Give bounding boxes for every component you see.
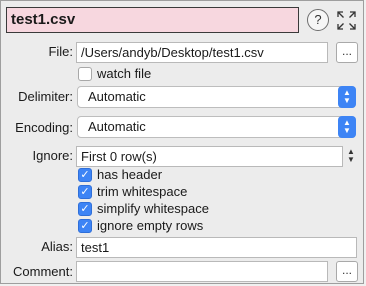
ignore-rows-field[interactable]: First 0 row(s)	[76, 146, 343, 167]
alias-label: Alias:	[41, 239, 73, 254]
encoding-chevron-icon: ▲ ▼	[338, 116, 356, 138]
help-button[interactable]: ?	[307, 9, 329, 31]
delimiter-chevron-icon: ▲ ▼	[338, 86, 356, 108]
trim-whitespace-label: trim whitespace	[97, 184, 188, 199]
encoding-select[interactable]: Automatic ▲ ▼	[77, 116, 356, 138]
ignore-empty-rows-label: ignore empty rows	[97, 218, 204, 233]
encoding-value: Automatic	[88, 119, 146, 134]
comment-label: Comment:	[13, 264, 73, 279]
delimiter-select[interactable]: Automatic ▲ ▼	[77, 86, 356, 108]
ignore-label: Ignore:	[32, 148, 73, 163]
comment-browse-button[interactable]: ...	[336, 261, 358, 282]
file-label: File:	[48, 44, 73, 59]
watch-file-label: watch file	[97, 66, 152, 81]
file-path-field[interactable]: /Users/andyb/Desktop/test1.csv	[76, 42, 328, 63]
input-node-panel: test1.csv ? File: /Users/andyb/Desktop/t…	[0, 0, 364, 284]
simplify-whitespace-checkbox[interactable]: ✓	[78, 202, 92, 216]
delimiter-label: Delimiter:	[18, 89, 73, 104]
ignore-empty-rows-checkbox[interactable]: ✓	[78, 219, 92, 233]
comment-field[interactable]	[76, 261, 328, 282]
has-header-checkbox[interactable]: ✓	[78, 168, 92, 182]
has-header-label: has header	[97, 167, 163, 182]
watch-file-checkbox[interactable]	[78, 67, 92, 81]
ignore-rows-stepper[interactable]: ▲ ▼	[345, 146, 357, 167]
file-browse-button[interactable]: ...	[336, 42, 358, 63]
expand-icon[interactable]	[336, 10, 357, 31]
node-title-field[interactable]: test1.csv	[6, 7, 299, 33]
help-icon: ?	[314, 12, 322, 27]
encoding-label: Encoding:	[15, 120, 73, 135]
trim-whitespace-checkbox[interactable]: ✓	[78, 185, 92, 199]
delimiter-value: Automatic	[88, 89, 146, 104]
alias-field[interactable]: test1	[76, 237, 357, 258]
simplify-whitespace-label: simplify whitespace	[97, 201, 209, 216]
